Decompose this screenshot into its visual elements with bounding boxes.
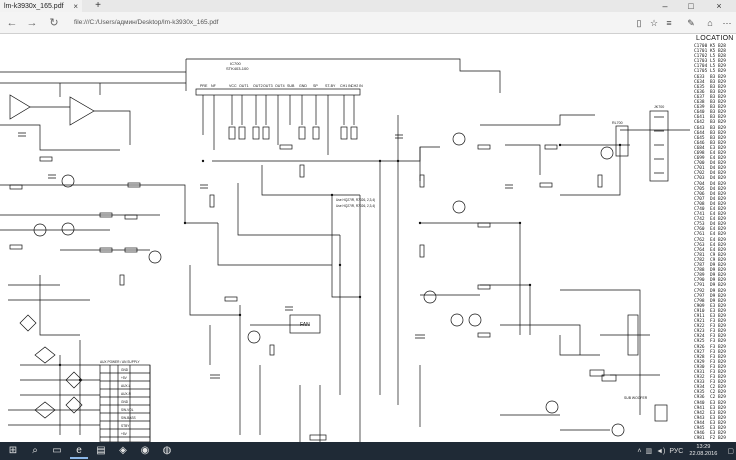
app-icon-2[interactable]: ◍ xyxy=(158,443,176,459)
start-windows-icon[interactable]: ⊞ xyxy=(4,443,22,459)
clock-time: 13:29 xyxy=(696,444,711,450)
store-icon[interactable]: ◈ xyxy=(114,443,132,459)
ic-pin-label: SUB xyxy=(287,84,295,88)
location-row: C981 F2 B29 xyxy=(694,436,728,441)
aux-table-row: STBY xyxy=(121,424,130,428)
aux-table-row: GND xyxy=(121,400,129,404)
ic-pin-label: NF xyxy=(211,84,217,88)
subwoofer-label: SUB WOOFER xyxy=(624,396,648,400)
file-explorer-icon[interactable]: ▤ xyxy=(92,443,110,459)
ic-pin-label: VCC xyxy=(229,84,237,88)
ic-pin-label: CH2 IN xyxy=(351,84,363,88)
aux-table-row: GND xyxy=(121,368,129,372)
tab-active[interactable]: lm-k3930x_165.pdf × xyxy=(0,0,82,12)
maximize-icon[interactable]: □ xyxy=(680,0,702,12)
aux-table-row: +5V xyxy=(121,432,128,436)
relay-label: RL700 xyxy=(612,121,623,125)
ic-pin-label: OUT3 xyxy=(263,84,273,88)
ic-pin-label: OUT2 xyxy=(253,84,263,88)
search-icon[interactable]: ⌕ xyxy=(26,443,44,459)
tab-title: lm-k3930x_165.pdf xyxy=(4,2,64,10)
aux-table-row: AUX-R xyxy=(121,392,132,396)
window-close-icon[interactable]: × xyxy=(708,0,730,12)
network-icon[interactable]: ▥ xyxy=(645,447,652,455)
favorite-star-icon[interactable]: ☆ xyxy=(647,16,661,30)
reading-view-icon[interactable]: ▯ xyxy=(632,16,646,30)
location-panel: LOCATION C1700 K5 B28 C1701 K5 B28 C1702 L5 B28 C… xyxy=(692,35,736,442)
ic-pin-label: PRE xyxy=(200,84,208,88)
ic-pin-label: OUT1 xyxy=(239,84,249,88)
aux-table-row: +5V xyxy=(121,376,128,380)
language-indicator[interactable]: РУС xyxy=(669,448,683,455)
ic-pin-label: GND xyxy=(299,84,307,88)
task-view-icon[interactable]: ▭ xyxy=(48,443,66,459)
hub-icon[interactable]: ≡ xyxy=(662,16,676,30)
ic-pin-label: OUT4 xyxy=(275,84,285,88)
clock-date: 22.08.2016 xyxy=(689,451,718,457)
fan-label: FAN xyxy=(300,322,310,328)
address-bar: ← → ↻ file:///C:/Users/админ/Desktop/lm-… xyxy=(0,12,736,34)
aux-table-row: AUX-L xyxy=(121,384,131,388)
minimize-icon[interactable]: – xyxy=(654,0,676,12)
pdf-viewer[interactable]: IC700 STK403-100 PRE NF VCC OUT1 OUT2 OUT3 OUT… xyxy=(0,35,736,442)
aux-table-row: SW-VOL xyxy=(121,408,134,412)
location-table: C1700 K5 B28 C1701 K5 B28 C1702 L5 B28 C1703 L5 B29… xyxy=(694,44,728,441)
location-cell: C981 xyxy=(694,436,705,442)
new-tab-icon[interactable]: + xyxy=(92,0,104,12)
refresh-icon[interactable]: ↻ xyxy=(46,15,62,31)
ic-pin-label: SP xyxy=(313,84,318,88)
note-1: Use HQ27IR, R7026, 2,3,4) xyxy=(336,198,375,202)
volume-icon[interactable]: ◄) xyxy=(656,448,665,455)
note-2: Use HQ27IR, R7026, 2,3,4) xyxy=(336,204,375,208)
notifications-icon[interactable]: ▢ xyxy=(727,447,734,455)
jack-label: JK700 xyxy=(654,105,664,109)
location-cell: B29 xyxy=(718,436,726,442)
system-tray: ˄ ▥ ◄) РУС 13:29 22.08.2016 ▢ xyxy=(635,442,736,460)
web-note-icon[interactable]: ✎ xyxy=(684,16,698,30)
clock[interactable]: 13:29 22.08.2016 xyxy=(689,444,717,458)
tray-arrow-icon[interactable]: ˄ xyxy=(637,448,641,455)
location-cell: F2 xyxy=(710,436,716,442)
aux-table-row: SW-BASS xyxy=(121,416,136,420)
share-icon[interactable]: ⌂ xyxy=(703,16,717,30)
schematic-drawing: IC700 STK403-100 PRE NF VCC OUT1 OUT2 OUT3 OUT… xyxy=(0,58,690,442)
browser-window: lm-k3930x_165.pdf × + – □ × ← → ↻ file:/… xyxy=(0,0,736,460)
taskbar: ⊞ ⌕ ▭ e ▤ ◈ ◉ ◍ ˄ ▥ ◄) РУС 13:29 22.08.2… xyxy=(0,442,736,460)
close-tab-icon[interactable]: × xyxy=(73,2,78,11)
location-title: LOCATION xyxy=(696,35,734,42)
ic-pin-label: ST-BY xyxy=(325,84,336,88)
back-icon[interactable]: ← xyxy=(4,15,20,31)
tab-bar: lm-k3930x_165.pdf × + – □ × xyxy=(0,0,736,12)
app-icon-1[interactable]: ◉ xyxy=(136,443,154,459)
edge-browser-icon[interactable]: e xyxy=(70,443,88,459)
ic-part-number: STK403-100 xyxy=(226,66,249,71)
url-field[interactable]: file:///C:/Users/админ/Desktop/lm-k3930x… xyxy=(74,17,614,29)
more-icon[interactable]: ⋯ xyxy=(720,16,734,30)
aux-table-title: AUX POWER / AN SUPPLY xyxy=(100,360,140,364)
forward-icon[interactable]: → xyxy=(24,15,40,31)
